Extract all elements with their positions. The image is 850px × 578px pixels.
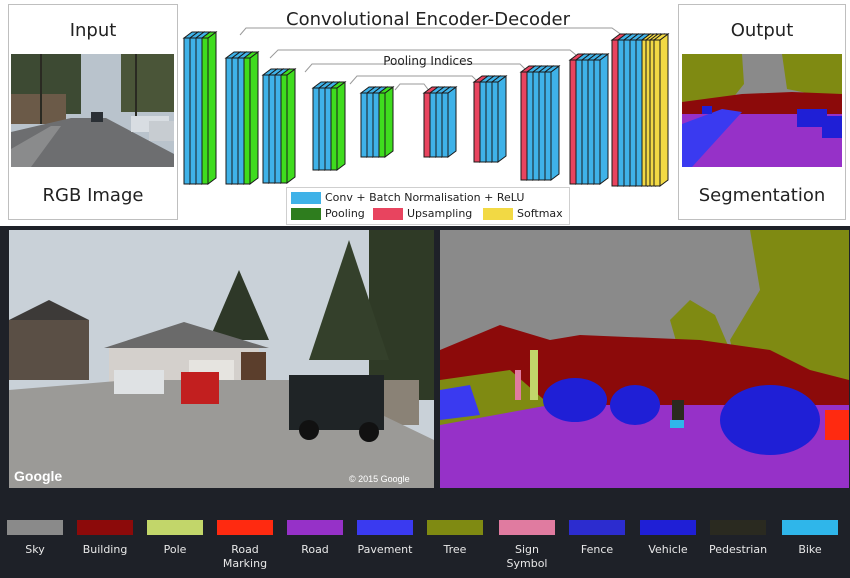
layer-legend: Conv + Batch Normalisation + ReLU Poolin… [286,187,570,225]
conv-layer [543,65,561,181]
legend-item-pooling: Pooling [291,207,365,221]
legend-swatch [483,208,513,220]
class-swatch [782,520,838,535]
pooling-layer [279,68,297,184]
class-label: Road [301,543,329,556]
class-sky: Sky [5,520,65,557]
pooling-layer [200,31,218,185]
class-label: Pavement [357,543,413,556]
output-caption: Segmentation [698,185,826,206]
class-label: Road Marking [222,543,268,570]
segmentation-map [440,230,849,488]
legend-item-conv: Conv + Batch Normalisation + ReLU [291,191,524,205]
conv-layer [592,53,610,185]
class-vehicle: Vehicle [638,520,698,557]
legend-swatch [291,208,321,220]
legend-item-softmax: Softmax [483,207,563,221]
copyright-label: © 2015 Google [349,474,410,484]
class-swatch [640,520,696,535]
class-label: Pedestrian [708,543,768,556]
class-swatch [287,520,343,535]
class-swatch [427,520,483,535]
class-pedestrian: Pedestrian [708,520,768,557]
class-legend: Sky Building Pole Road Marking Road Pavem… [0,488,850,578]
class-swatch [499,520,555,535]
architecture-panel: Input RGB Image Convolutional Encoder-De… [0,0,850,226]
class-road-marking: Road Marking [215,520,275,571]
class-sign-symbol: Sign Symbol [497,520,557,571]
class-label: Sign Symbol [506,543,548,570]
class-swatch [77,520,133,535]
conv-layer [490,75,508,163]
example-panel: Google © 2015 Google Sky Building Pole R… [0,226,850,578]
pooling-layer [242,51,260,185]
pooling-indices-label: Pooling Indices [383,54,473,68]
legend-item-upsampling: Upsampling [373,207,472,221]
output-box: Output Segmentation [678,4,846,220]
google-logo: Google [14,468,63,484]
pooling-indices-arrow [394,83,431,93]
street-scene-illustration [9,230,434,488]
segmentation-result [440,230,849,488]
class-swatch [7,520,63,535]
street-scene-photo: Google © 2015 Google [9,230,434,488]
class-road: Road [285,520,345,557]
class-label: Vehicle [648,543,688,556]
class-bike: Bike [780,520,840,557]
pooling-layer [329,81,347,171]
class-swatch [217,520,273,535]
class-label: Pole [163,543,187,556]
class-label: Tree [443,543,467,556]
output-title: Output [730,20,794,41]
class-fence: Fence [567,520,627,557]
legend-swatch [373,208,403,220]
class-label: Building [82,543,128,556]
class-pavement: Pavement [355,520,415,557]
output-segmentation-image [682,54,842,167]
class-swatch [147,520,203,535]
class-swatch [710,520,766,535]
class-label: Bike [798,543,822,556]
legend-swatch [291,192,321,204]
class-swatch [569,520,625,535]
pooling-layer [377,86,395,158]
class-tree: Tree [425,520,485,557]
class-swatch [357,520,413,535]
class-label: Sky [25,543,45,556]
class-label: Fence [580,543,614,556]
softmax-layer [652,33,670,187]
network-title: Convolutional Encoder-Decoder [286,9,571,30]
class-building: Building [75,520,135,557]
conv-layer [440,86,458,158]
class-pole: Pole [145,520,205,557]
segmentation-thumbnail [682,54,842,167]
